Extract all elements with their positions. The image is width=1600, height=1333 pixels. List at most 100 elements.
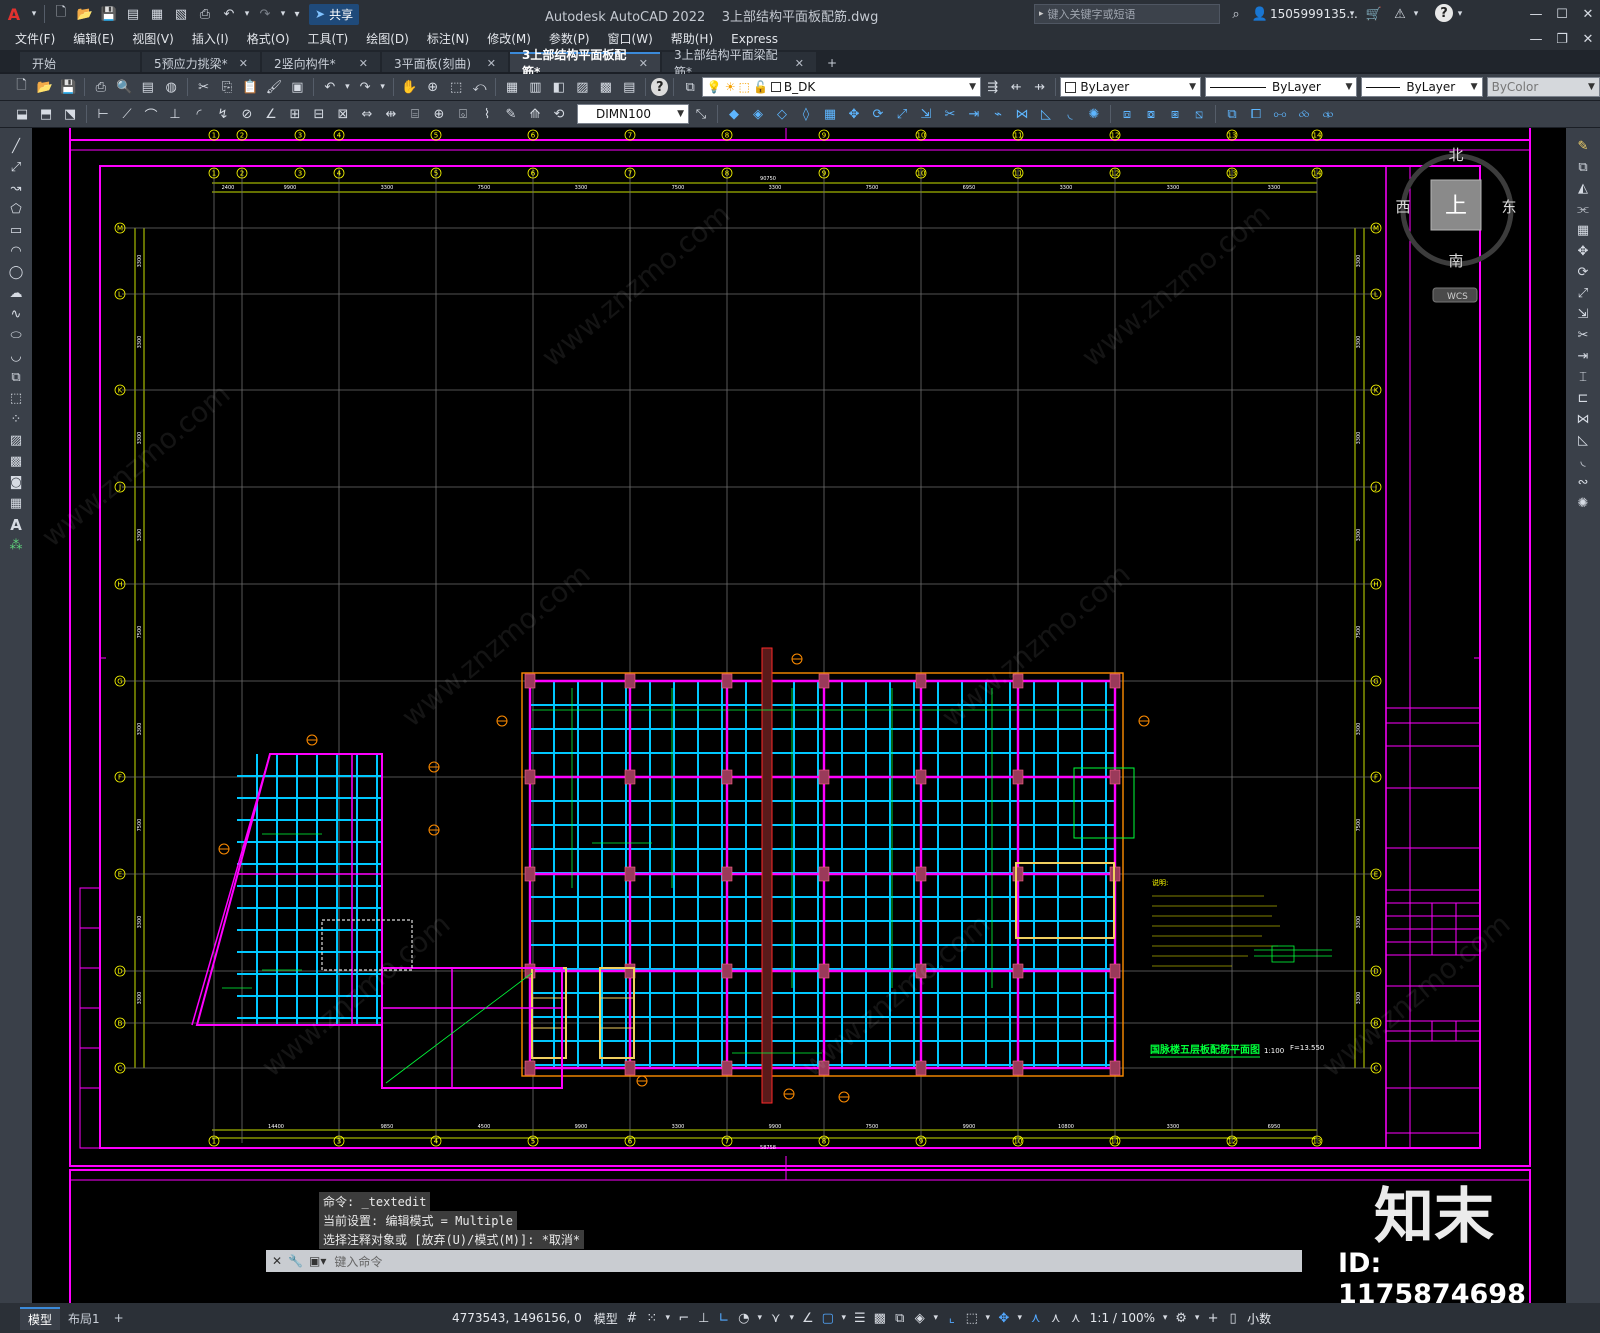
qnew-icon[interactable]: 🗋 [11, 77, 32, 97]
linetype-dropdown[interactable]: ByLayer ▼ [1205, 77, 1358, 97]
mtext-icon[interactable]: A [0, 514, 32, 535]
gizmo-dropdown-icon[interactable]: ▾ [1015, 1308, 1025, 1328]
paste-icon[interactable]: 📋 [240, 77, 261, 97]
hatch-icon[interactable]: ▨ [0, 430, 32, 451]
design-center-icon[interactable]: ▥ [525, 77, 546, 97]
modify-array-icon[interactable]: ▦ [819, 104, 841, 124]
modify-extend-icon[interactable]: ⇥ [963, 104, 985, 124]
copy-object-icon[interactable]: ⧉ [1566, 157, 1600, 178]
inspection-icon[interactable]: ⌺ [452, 104, 474, 124]
menu-dimension[interactable]: 标注(N) [418, 28, 478, 50]
modify-mirror-icon[interactable]: ◇ [771, 104, 793, 124]
publish-icon[interactable]: ▤ [137, 77, 158, 97]
close-cmdline-icon[interactable]: ✕ [272, 1254, 282, 1268]
region-icon[interactable]: ◙ [0, 472, 32, 493]
redo-dropdown-icon[interactable]: ▾ [278, 4, 288, 24]
modify-join-icon[interactable]: ⋈ [1011, 104, 1033, 124]
make-block-icon[interactable]: ⬚ [0, 388, 32, 409]
layout-tab-model[interactable]: 模型 [20, 1306, 61, 1330]
quickcalc-icon[interactable]: ▤ [619, 77, 640, 97]
gizmo-icon[interactable]: ✥ [995, 1308, 1013, 1328]
modify-offset-icon[interactable]: ◊ [795, 104, 817, 124]
doc-restore-icon[interactable]: ❐ [1551, 29, 1573, 49]
properties-icon[interactable]: ▦ [501, 77, 522, 97]
dimtedit-icon[interactable]: ⟰ [524, 104, 546, 124]
save-web-icon[interactable]: ▧ [170, 4, 192, 24]
rectangle-icon[interactable]: ▭ [0, 220, 32, 241]
arc-length-icon[interactable]: ⌒ [140, 104, 162, 124]
new-tab-button[interactable]: + [818, 52, 846, 72]
color-dropdown[interactable]: ByLayer ▼ [1060, 77, 1202, 97]
3dprint-icon[interactable]: ◍ [160, 77, 181, 97]
fillet-icon[interactable]: ◟ [1566, 451, 1600, 472]
modify-copy-icon[interactable]: ◈ [747, 104, 769, 124]
open-icon[interactable]: 📂 [34, 77, 55, 97]
tab-vertical-members[interactable]: 2竖向构件* ✕ [262, 52, 380, 72]
add-selected-icon[interactable]: ⁂ [0, 535, 32, 556]
modify-erase-icon[interactable]: ◆ [723, 104, 745, 124]
undo-dropdown-icon[interactable]: ▾ [242, 4, 252, 24]
menu-view[interactable]: 视图(V) [123, 28, 183, 50]
undo-dropdown-icon[interactable]: ▾ [343, 77, 353, 97]
make-current-icon[interactable]: ⇶ [982, 77, 1003, 97]
annotation-scale-value[interactable]: 1:1 / 100% [1090, 1311, 1155, 1325]
text-front-icon[interactable]: ⧉ [1221, 104, 1243, 124]
transparency-icon[interactable]: ▩ [871, 1308, 889, 1328]
block-editor-icon[interactable]: ▣ [287, 77, 308, 97]
ordinate-dim-icon[interactable]: ⊥ [164, 104, 186, 124]
selection-cycling-icon[interactable]: ⧉ [891, 1308, 909, 1328]
help-icon[interactable]: ? [650, 78, 669, 96]
user-name[interactable]: 1505999135... [1270, 7, 1358, 21]
user-dropdown-icon[interactable]: ▾ [1347, 4, 1357, 24]
layout-tab-layout1[interactable]: 布局1 [60, 1308, 108, 1329]
break-at-point-icon[interactable]: ⌶ [1566, 367, 1600, 388]
close-tab-icon[interactable]: ✕ [487, 57, 496, 70]
lineweight-dropdown[interactable]: ByLayer ▼ [1361, 77, 1483, 97]
layer-properties-icon[interactable]: ⧉ [679, 77, 700, 97]
customize-cmdline-icon[interactable]: 🔧 [288, 1254, 303, 1268]
workspace-gear-icon[interactable]: ⚙ [1172, 1308, 1190, 1328]
close-tab-icon[interactable]: ✕ [359, 57, 368, 70]
spline-icon[interactable]: ∿ [0, 304, 32, 325]
app-menu-arrow-icon[interactable]: ▾ [29, 4, 39, 24]
tab-cantilever[interactable]: 5预应力挑梁* ✕ [142, 52, 260, 72]
quick-dim-icon[interactable]: ⊞ [284, 104, 306, 124]
dim-break-icon[interactable]: ⇹ [380, 104, 402, 124]
autodesk-account-icon[interactable]: ⚠ [1389, 4, 1411, 24]
sheet-set-icon[interactable]: ▨ [572, 77, 593, 97]
match-properties-icon[interactable]: 🖌 [263, 77, 284, 97]
dimstyle-manager-icon[interactable]: ⤡ [690, 104, 712, 124]
gradient-icon[interactable]: ▩ [0, 451, 32, 472]
redo-dropdown-icon[interactable]: ▾ [378, 77, 388, 97]
units-value[interactable]: 小数 [1247, 1310, 1271, 1327]
workspace-dropdown-icon[interactable]: ▾ [1192, 1308, 1202, 1328]
join-icon[interactable]: ⋈ [1566, 409, 1600, 430]
grid-icon[interactable]: # [623, 1308, 641, 1328]
object-snap-icon[interactable]: ▢ [819, 1308, 837, 1328]
draw-order-back-icon[interactable]: ⧇ [1140, 104, 1162, 124]
zoom-realtime-icon[interactable]: ⊕ [422, 77, 443, 97]
dims-front-icon[interactable]: ⧠ [1245, 104, 1267, 124]
ellipse-icon[interactable]: ⬭ [0, 325, 32, 346]
snap-dropdown-icon[interactable]: ▾ [663, 1308, 673, 1328]
jogged-dim-icon[interactable]: ↯ [212, 104, 234, 124]
menu-draw[interactable]: 绘图(D) [357, 28, 418, 50]
snap-icon[interactable]: ⁙ [643, 1308, 661, 1328]
ellipse-arc-icon[interactable]: ◡ [0, 346, 32, 367]
rotate-icon[interactable]: ⟳ [1566, 262, 1600, 283]
copy-icon[interactable]: ⎘ [216, 77, 237, 97]
blend-curves-icon[interactable]: ∾ [1566, 472, 1600, 493]
coordinates-readout[interactable]: 4773543, 1496156, 0 [452, 1311, 582, 1325]
scale-icon[interactable]: ⤢ [1566, 283, 1600, 304]
tolerance-icon[interactable]: ⌸ [404, 104, 426, 124]
doc-minimize-icon[interactable]: — [1525, 29, 1547, 49]
polar-dropdown-icon[interactable]: ▾ [755, 1308, 765, 1328]
layer-walk-icon[interactable]: ⬔ [59, 104, 81, 124]
save-as-icon[interactable]: ▤ [122, 4, 144, 24]
selection-filter-icon[interactable]: ⬚ [963, 1308, 981, 1328]
menu-insert[interactable]: 插入(I) [183, 28, 238, 50]
drawing-canvas[interactable]: 1 1 2 2 3 3 4 4 5 5 6 6 7 7 8 8 9 9 10 10 11 11 12 12 13 13 14 14 1 3… [32, 128, 1566, 1303]
layer-iso-icon[interactable]: ⬒ [35, 104, 57, 124]
modify-scale-icon[interactable]: ⤢ [891, 104, 913, 124]
angular-dim-icon[interactable]: ∠ [260, 104, 282, 124]
